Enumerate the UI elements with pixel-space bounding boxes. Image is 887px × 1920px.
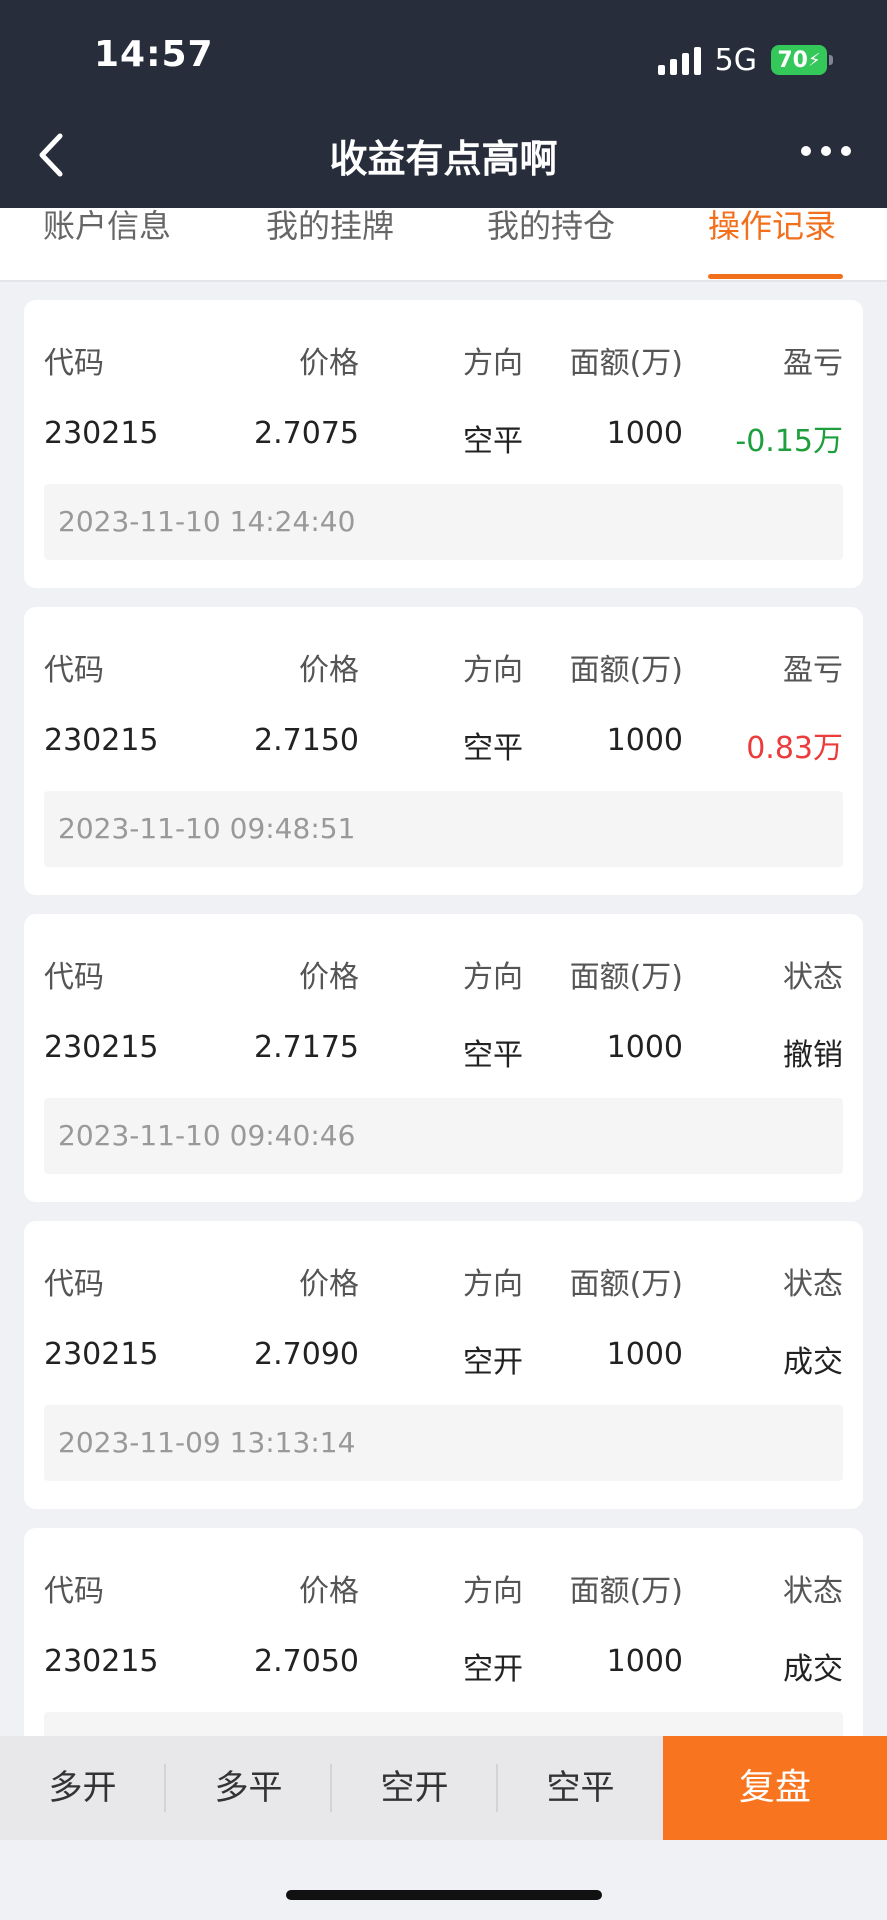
status-time: 14:57 [94, 34, 214, 75]
active-tab-indicator [708, 274, 843, 279]
record-price: 2.7175 [254, 1030, 359, 1065]
record-status: 成交 [783, 1652, 843, 1687]
record-price: 2.7050 [254, 1644, 359, 1679]
record-code: 230215 [44, 723, 159, 758]
header-direction: 方向 [463, 1574, 523, 1609]
tab-my-positions[interactable]: 我的持仓 [487, 208, 615, 280]
header-amount: 面额(万) [569, 1574, 683, 1609]
action-bar: 多开 多平 空开 空平 复盘 [0, 1736, 887, 1840]
header-direction: 方向 [463, 1267, 523, 1302]
header-amount: 面额(万) [569, 1267, 683, 1302]
signal-icon [657, 45, 701, 75]
header-code: 代码 [44, 346, 104, 381]
record-code: 230215 [44, 1644, 159, 1679]
record-time: 2023-11-09 13:13:14 [44, 1405, 843, 1481]
record-profit-loss: 0.83万 [746, 731, 843, 766]
header-direction: 方向 [463, 960, 523, 995]
header-code: 代码 [44, 960, 104, 995]
home-indicator[interactable] [286, 1890, 602, 1900]
app-header: 14:57 5G 70 ⚡ 收益有点高啊 [0, 0, 887, 208]
record-time: 2023-11-10 09:40:46 [44, 1098, 843, 1174]
header-result: 盈亏 [783, 346, 843, 381]
battery-icon: 70 ⚡ [771, 45, 833, 75]
short-close-button[interactable]: 空平 [498, 1736, 663, 1840]
tab-operation-records[interactable]: 操作记录 [708, 208, 836, 280]
long-close-button[interactable]: 多平 [166, 1736, 331, 1840]
header-price: 价格 [299, 346, 359, 381]
record-code: 230215 [44, 1030, 159, 1065]
status-indicators: 5G 70 ⚡ [657, 40, 833, 80]
record-amount: 1000 [606, 416, 683, 451]
header-code: 代码 [44, 653, 104, 688]
record-card[interactable]: 代码 价格 方向 面额(万) 状态 230215 2.7090 空开 1000 … [24, 1221, 863, 1509]
more-options-button[interactable] [801, 146, 851, 156]
record-code: 230215 [44, 416, 159, 451]
replay-button[interactable]: 复盘 [663, 1736, 887, 1840]
record-direction: 空平 [463, 424, 523, 459]
more-dot-icon [801, 146, 811, 156]
record-card[interactable]: 代码 价格 方向 面额(万) 状态 230215 2.7175 空平 1000 … [24, 914, 863, 1202]
record-amount: 1000 [606, 1644, 683, 1679]
record-time: 2023-11-10 14:24:40 [44, 484, 843, 560]
record-amount: 1000 [606, 1030, 683, 1065]
header-result: 盈亏 [783, 653, 843, 688]
network-type: 5G [714, 42, 757, 78]
record-profit-loss: -0.15万 [735, 424, 843, 459]
record-price: 2.7075 [254, 416, 359, 451]
header-direction: 方向 [463, 653, 523, 688]
header-direction: 方向 [463, 346, 523, 381]
short-open-button[interactable]: 空开 [332, 1736, 497, 1840]
record-card[interactable]: 代码 价格 方向 面额(万) 盈亏 230215 2.7150 空平 1000 … [24, 607, 863, 895]
header-price: 价格 [299, 960, 359, 995]
battery-level: 70 [777, 47, 808, 73]
record-price: 2.7090 [254, 1337, 359, 1372]
long-open-button[interactable]: 多开 [0, 1736, 165, 1840]
header-price: 价格 [299, 1267, 359, 1302]
more-dot-icon [841, 146, 851, 156]
record-code: 230215 [44, 1337, 159, 1372]
header-code: 代码 [44, 1574, 104, 1609]
header-price: 价格 [299, 1574, 359, 1609]
page-title: 收益有点高啊 [329, 137, 558, 181]
record-card[interactable]: 代码 价格 方向 面额(万) 盈亏 230215 2.7075 空平 1000 … [24, 300, 863, 588]
record-price: 2.7150 [254, 723, 359, 758]
record-direction: 空平 [463, 731, 523, 766]
header-amount: 面额(万) [569, 960, 683, 995]
header-amount: 面额(万) [569, 653, 683, 688]
header-status: 状态 [783, 1574, 843, 1609]
tab-my-listings[interactable]: 我的挂牌 [266, 208, 394, 280]
record-direction: 空平 [463, 1038, 523, 1073]
header-code: 代码 [44, 1267, 104, 1302]
more-dot-icon [821, 146, 831, 156]
record-status: 撤销 [783, 1038, 843, 1073]
header-status: 状态 [783, 1267, 843, 1302]
record-amount: 1000 [606, 723, 683, 758]
header-price: 价格 [299, 653, 359, 688]
tab-bar: 账户信息 我的挂牌 我的持仓 操作记录 [0, 208, 887, 282]
record-time: 2023-11-10 09:48:51 [44, 791, 843, 867]
record-status: 成交 [783, 1345, 843, 1380]
record-direction: 空开 [463, 1652, 523, 1687]
header-amount: 面额(万) [569, 346, 683, 381]
tab-account-info[interactable]: 账户信息 [43, 208, 171, 280]
record-amount: 1000 [606, 1337, 683, 1372]
record-direction: 空开 [463, 1345, 523, 1380]
header-status: 状态 [783, 960, 843, 995]
